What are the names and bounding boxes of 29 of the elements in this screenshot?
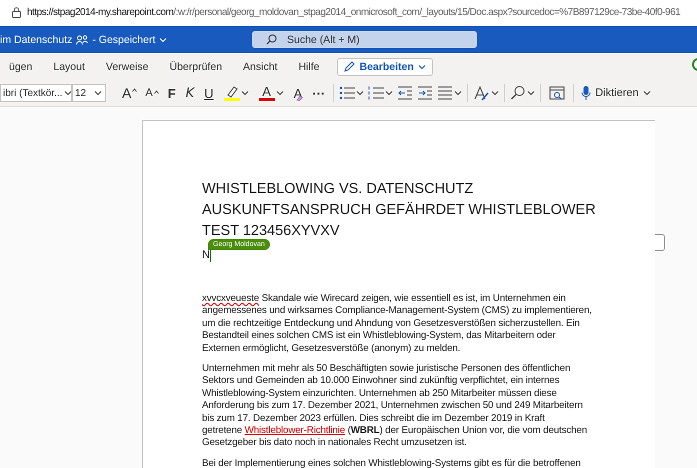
font-name-dropdown[interactable]: ibri (Textkör... [0,84,72,102]
document-heading: AUSKUNFTSANSPRUCH GEFÄHRDET WHISTLEBLOWER [202,200,596,220]
save-status[interactable]: - Gespeichert [92,34,156,46]
underline-button[interactable]: U [202,86,216,100]
link[interactable]: Whistleblower-Richtlinie [244,425,346,436]
font-color-button[interactable]: A [256,85,286,101]
body-text: N [202,249,210,261]
editing-mode-button[interactable]: Bearbeiten [337,58,433,76]
paragraph: Bei der Implementierung eines solchen Whistleblowing-Systems gibt es für die betroffenen [202,458,581,468]
grow-font-button[interactable]: A [120,85,140,101]
bold-button[interactable]: F [166,86,178,100]
dictate-button[interactable]: Diktieren [579,85,653,101]
document-heading: TEST 123456XYVXV [202,222,340,240]
ribbon-tab[interactable]: ügen [0,60,42,72]
more-button[interactable]: ··· [310,86,328,100]
ribbon-tab[interactable]: Ansicht [234,60,286,72]
url-field[interactable]: https://stpag2014-my.sharepoint.com/:w:/r/personal/georg_moldovan_stpag2014_onmicrosoft_com/_layouts/15/Doc.aspx?sourcedoc=%7B897129ce-73be-40f0-961 [27,6,680,18]
font-size-dropdown[interactable]: 12 [72,84,106,102]
ribbon-tab[interactable]: Verweise [96,60,158,72]
ribbon-tab[interactable]: Hilfe [289,60,328,72]
shrink-font-button[interactable]: A [143,87,161,99]
paragraph: xvvcxveueste Skandale wie Wirecard zeigen, wie essentiell es ist, im Unternehmen ein angemessenes und wirksames Compliance-Management-System (CMS) zu implementieren, um die rechtzeitige Entdeckung und Ahndung von Gesetzesverstößen sicherzustellen. Ein Bestandteil eines solchen CMS ist ein Whistleblowing-System, das Mitarbeitern oder Externen ermöglicht, Gesetzesverstöße (anonym) zu melden. [202,293,592,356]
document-title[interactable]: im Datenschutz [0,34,72,46]
document-heading: WHISTLEBLOWING VS. DATENSCHUTZ [202,180,474,199]
ribbon-tab[interactable]: Layout [44,60,94,72]
ribbon-tab[interactable]: Überprüfen [160,60,232,72]
paragraph: Unternehmen mit mehr als 50 Beschäftigten sowie juristische Personen des öffentlichen Sektors und Gemeinden ab 10.000 Einwohner sind zukünftig verpflichtet, ein internes Whistleblowing-System einzurichten. Unternehmen ab 250 Mitarbeiter müssen diese Anforderung bis zum 17. Dezember 2021, Unternehmen zwischen 50 und 249 Mitarbeitern bis zum 17. Dezember 2023 erfüllen. Dies schreibt die im Dezember 2019 in Kraft getretene Whistleblower-Richtlinie (WBRL) der Europäischen Union vor, die vom deutschen Gesetzgeber bis dato noch in nationales Recht umzusetzen ist. [202,363,587,450]
italic-button[interactable]: K [184,86,196,100]
search-field[interactable]: Suche (Alt + M) [252,31,477,48]
